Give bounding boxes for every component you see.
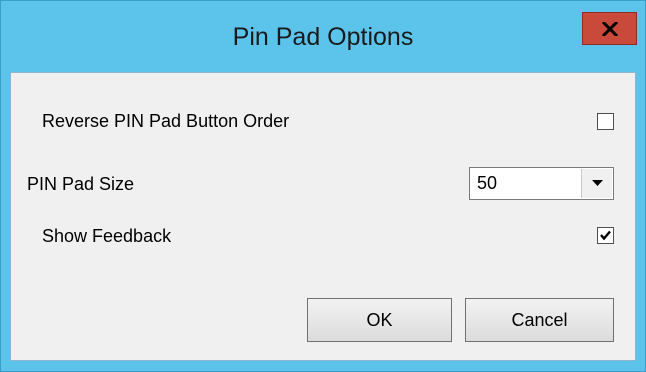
ok-button[interactable]: OK (307, 298, 452, 342)
close-button[interactable] (582, 12, 637, 45)
pin-pad-size-value: 50 (477, 173, 498, 193)
close-icon (601, 21, 618, 36)
show-feedback-label: Show Feedback (42, 226, 172, 246)
window-title: Pin Pad Options (232, 23, 414, 51)
pin-pad-options-dialog: Pin Pad Options Reverse PIN Pad Button O… (0, 0, 646, 372)
title-bar[interactable]: Pin Pad Options (1, 1, 645, 72)
chevron-down-icon (591, 180, 603, 186)
dropdown-arrow-button[interactable] (581, 169, 612, 198)
options-panel: Reverse PIN Pad Button Order PIN Pad Siz… (10, 72, 636, 361)
cancel-button[interactable]: Cancel (465, 298, 614, 342)
pin-pad-size-select[interactable]: 50 (469, 167, 614, 200)
show-feedback-checkbox[interactable] (597, 227, 614, 244)
reverse-order-label: Reverse PIN Pad Button Order (42, 111, 290, 131)
reverse-order-checkbox[interactable] (597, 113, 614, 130)
pin-pad-size-label: PIN Pad Size (27, 174, 135, 194)
check-icon (600, 230, 611, 241)
